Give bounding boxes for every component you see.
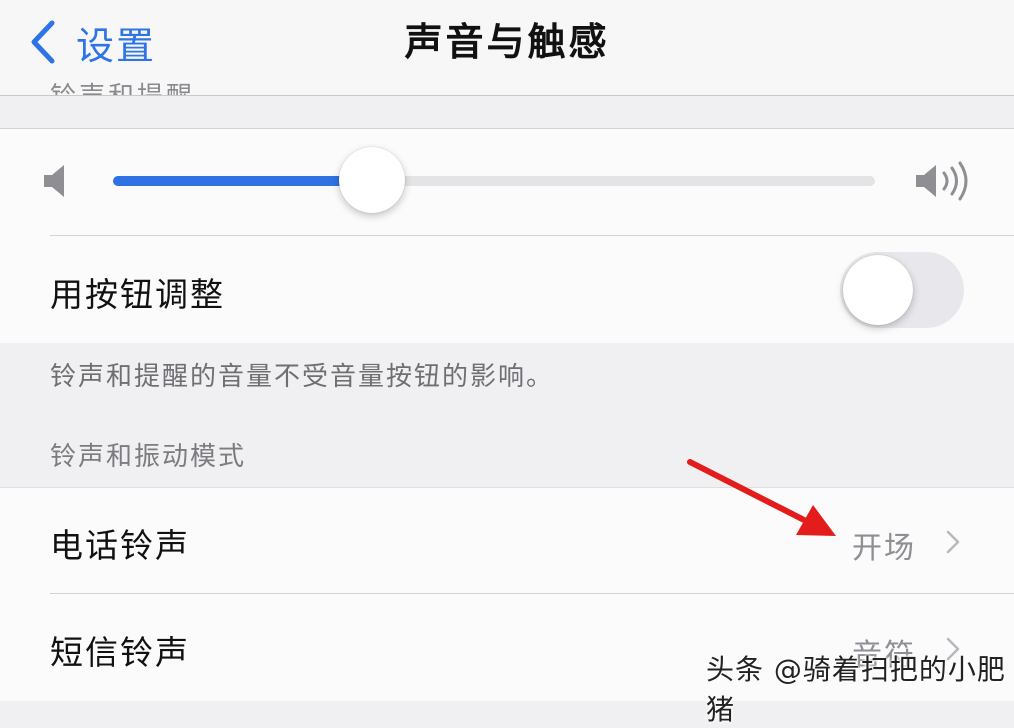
speaker-high-icon [916, 161, 968, 201]
change-with-buttons-toggle[interactable] [840, 252, 964, 328]
list-item-label: 电话铃声 [50, 526, 190, 565]
watermark: 头条 @骑着扫把的小肥猪 [706, 653, 1006, 726]
list-item[interactable]: 电话铃声 开场 [0, 487, 1014, 593]
chevron-right-icon [946, 530, 960, 554]
change-with-buttons-label: 用按钮调整 [50, 275, 225, 314]
divider [50, 235, 1014, 236]
navigation-bar: 设置 声音与触感 铃声和提醒 [0, 0, 1014, 96]
speaker-low-icon [44, 165, 64, 197]
list-item-value: 开场 [852, 531, 916, 566]
volume-slider-fill [113, 176, 373, 186]
list-item-label: 短信铃声 [50, 633, 190, 672]
ringtone-footer-note: 铃声和提醒的音量不受音量按钮的影响。 [50, 362, 555, 392]
page-title: 声音与触感 [404, 20, 610, 64]
volume-slider-thumb[interactable] [339, 147, 406, 213]
toggle-knob [843, 255, 913, 325]
section-header-ringtone-vibration: 铃声和振动模式 [50, 442, 247, 472]
section-header-ringtone: 铃声和提醒 [50, 70, 195, 95]
